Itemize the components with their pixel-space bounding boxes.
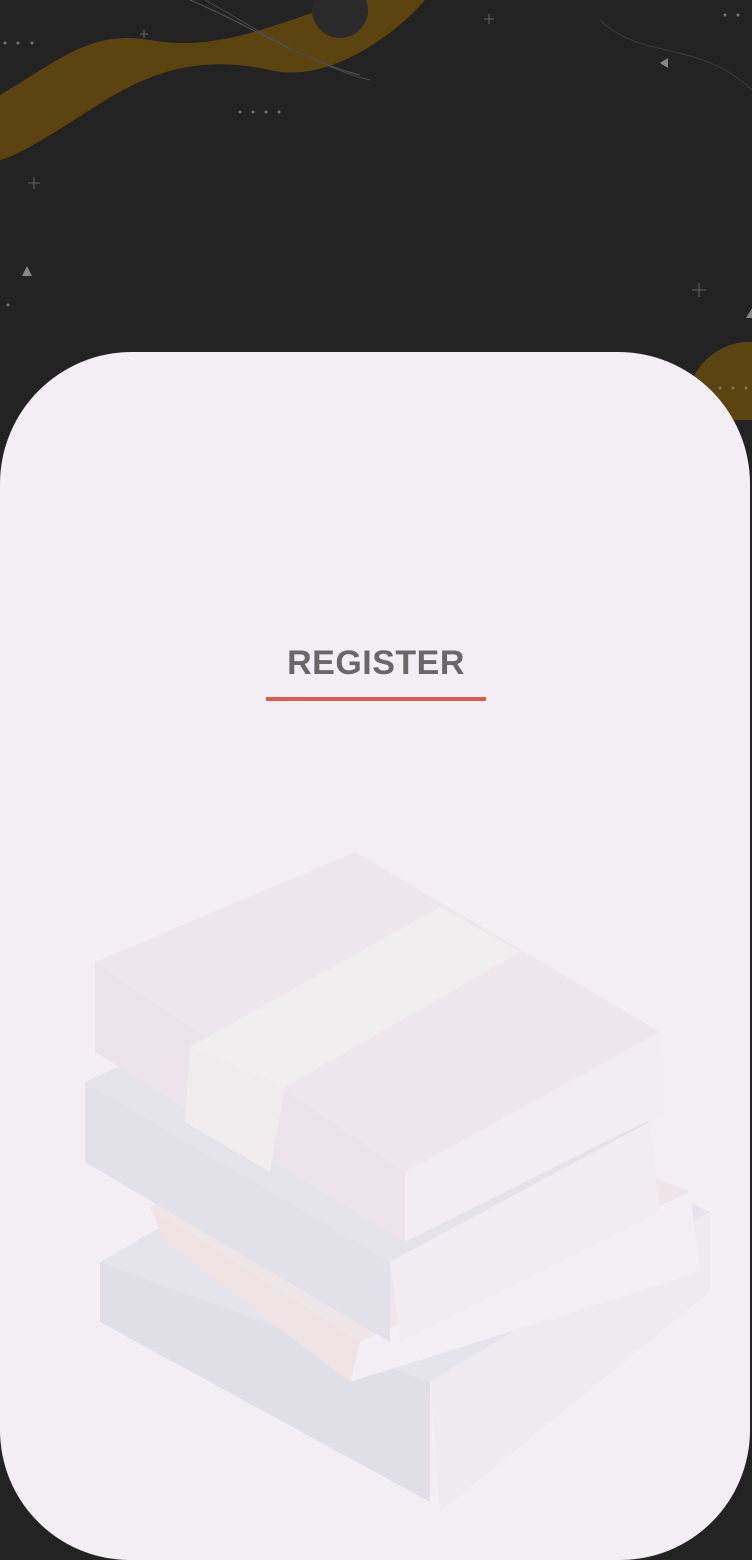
register-title: REGISTER [287,644,465,682]
register-card: REGISTER [0,352,750,1560]
books-stack-illustration [85,852,710,1512]
title-underline [266,697,486,701]
